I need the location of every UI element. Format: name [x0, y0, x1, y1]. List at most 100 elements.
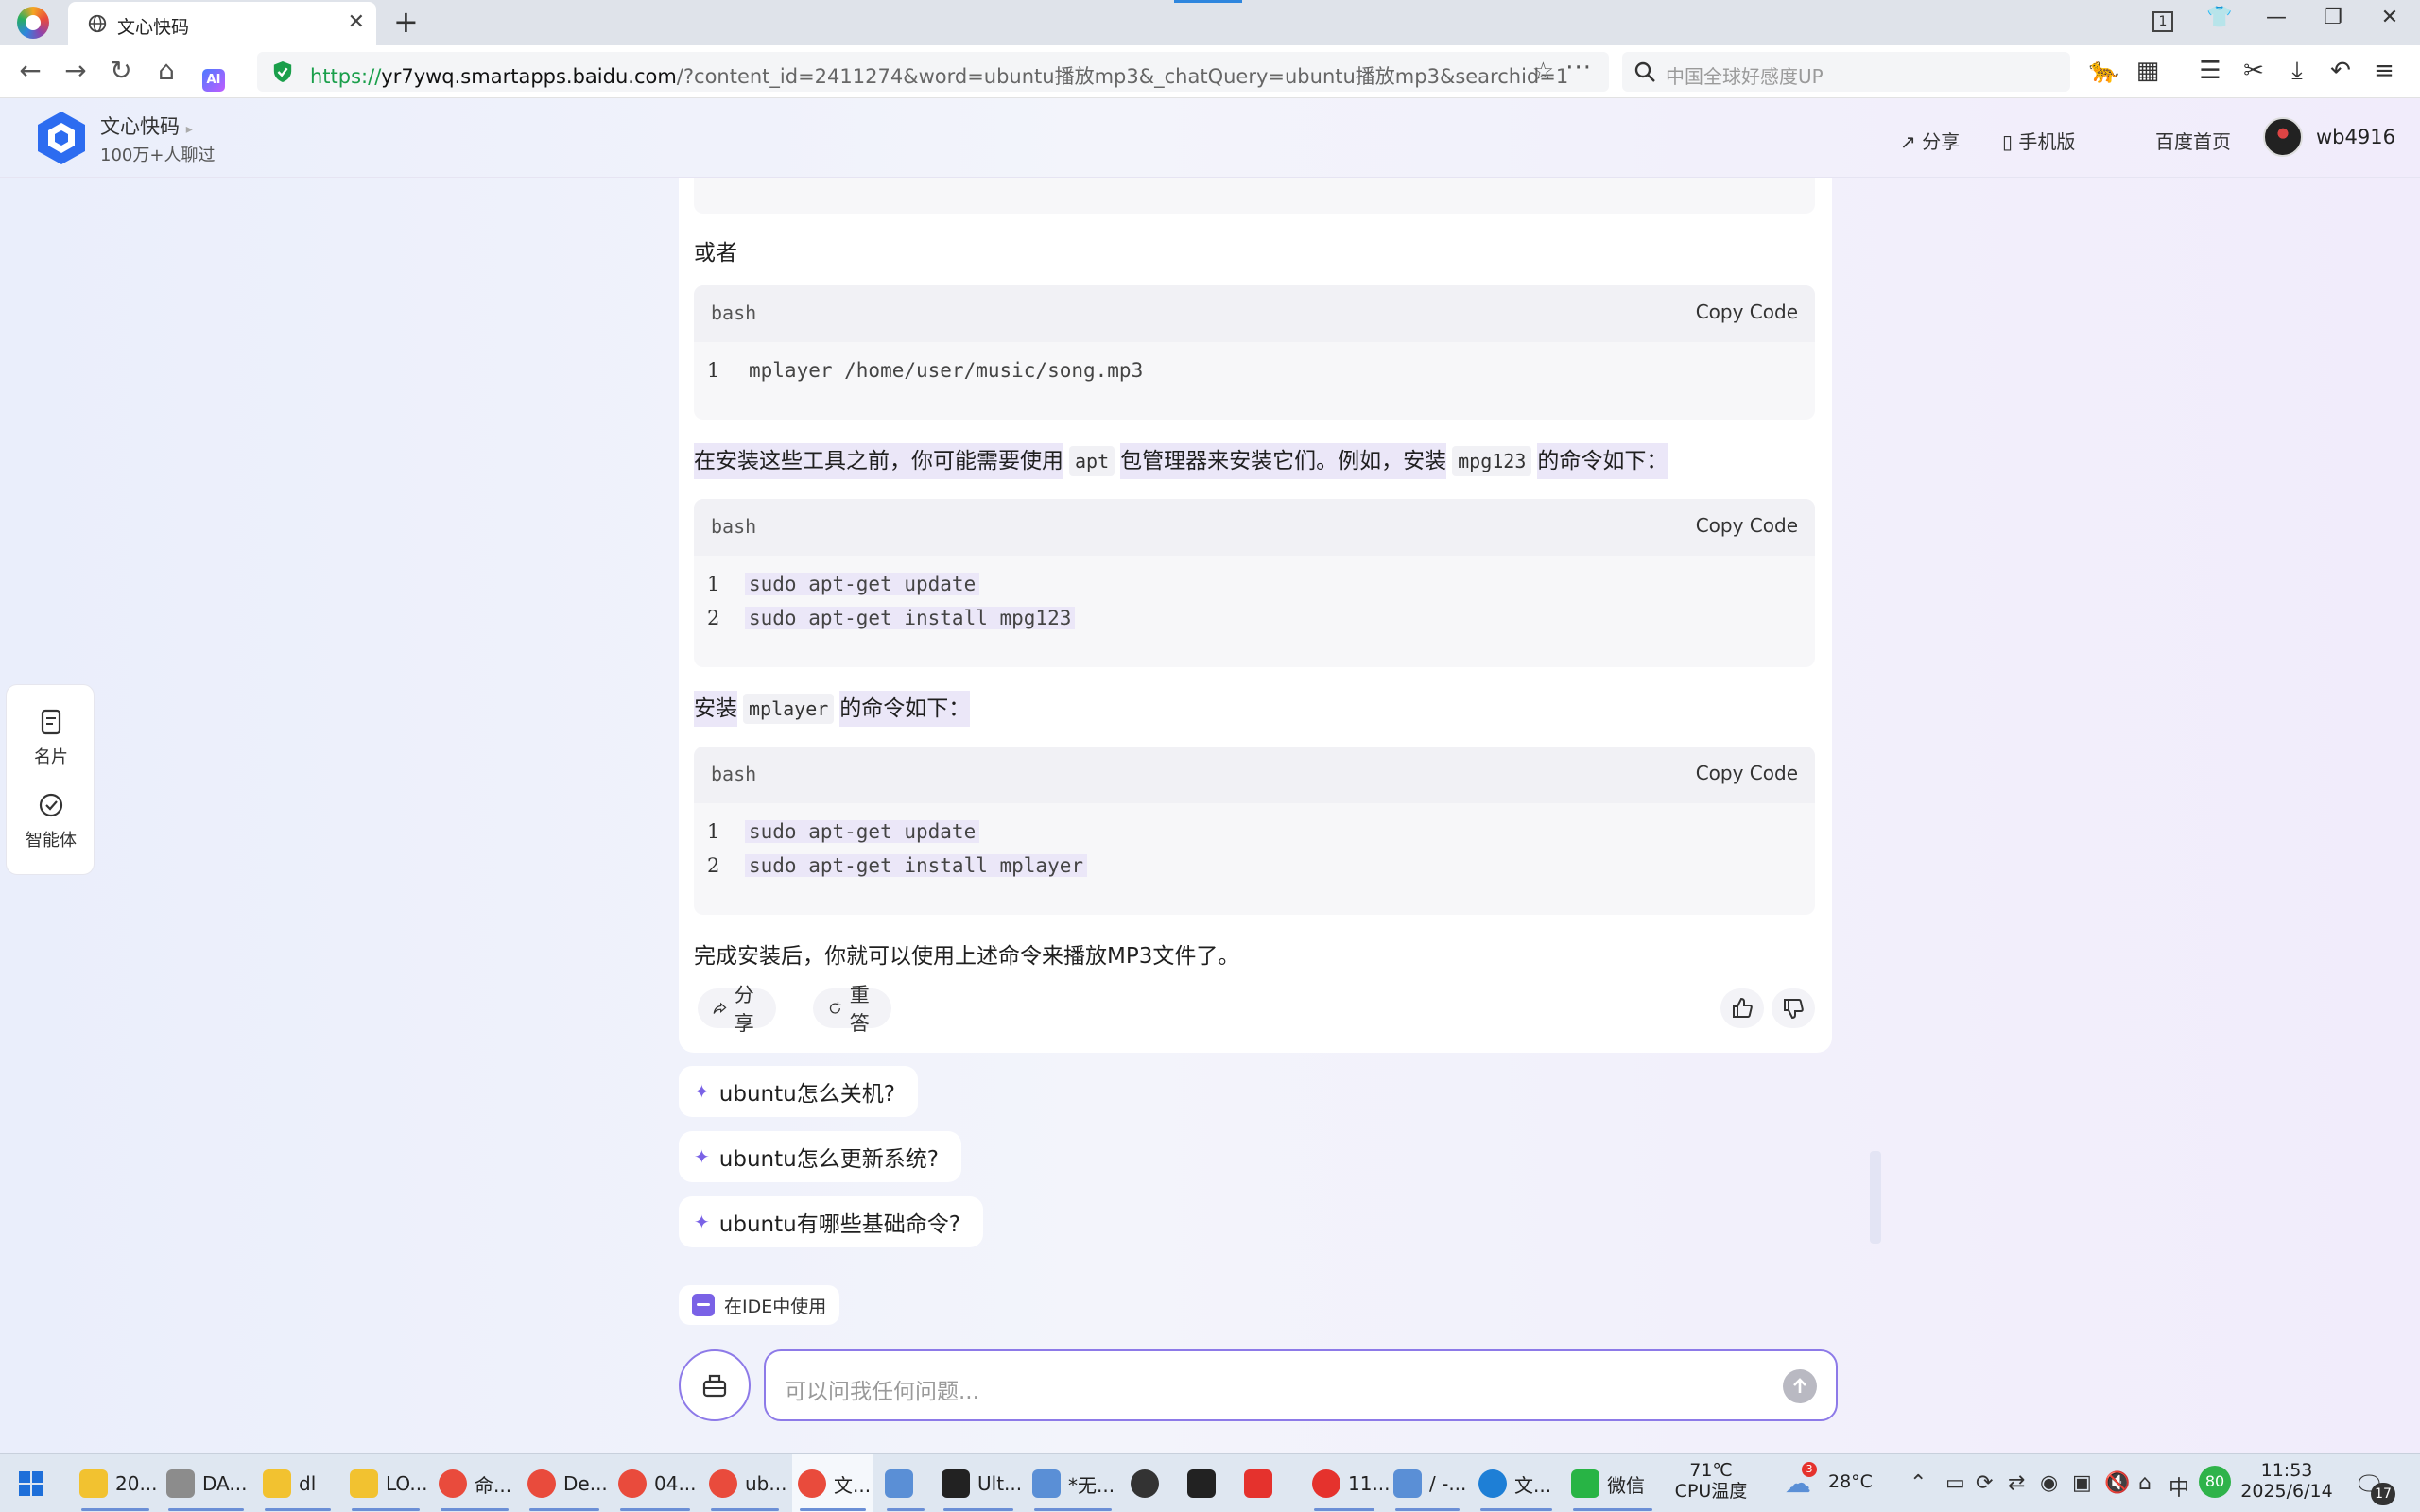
tab-active[interactable]: 文心快码 ✕ — [68, 2, 376, 45]
scrollbar-thumb[interactable] — [1870, 1151, 1881, 1244]
taskbar-item[interactable]: ub... — [703, 1454, 786, 1512]
sparkle-icon: ✦ — [694, 1080, 710, 1103]
apps-grid-icon[interactable]: ▦ — [2131, 57, 2165, 85]
use-in-ide-button[interactable]: 在IDE中使用 — [679, 1285, 840, 1325]
home-icon[interactable]: ⌂ — [149, 55, 183, 86]
taskbar-item[interactable]: dl — [257, 1454, 338, 1512]
chevron-up-icon[interactable]: ⌃ — [1910, 1471, 1927, 1495]
suggestion-item[interactable]: ✦ ubuntu怎么关机? — [679, 1066, 918, 1117]
taskbar-item[interactable]: *无... — [1027, 1454, 1119, 1512]
taskbar-item-underline — [352, 1508, 420, 1511]
code-block-1-copy-button[interactable]: Copy Code — [1696, 301, 1798, 323]
tray-wechat-icon[interactable]: ◉ — [2040, 1471, 2058, 1495]
taskbar-app-icon — [618, 1469, 647, 1498]
close-window-icon[interactable]: ✕ — [2373, 6, 2407, 29]
mute-icon[interactable]: 🔇 — [2104, 1471, 2130, 1495]
taskbar-item[interactable] — [1125, 1454, 1176, 1512]
url-bar[interactable]: https://yr7ywq.smartapps.baidu.com/?cont… — [257, 52, 1609, 92]
tab-title: 文心快码 — [117, 17, 190, 38]
menu-icon[interactable]: ≡ — [2367, 57, 2401, 85]
taskbar-app-icon — [166, 1469, 195, 1498]
url-host: yr7ywq.smartapps.baidu.com — [381, 65, 677, 88]
site-name[interactable]: 文心快码 ▸ — [100, 112, 193, 140]
baidu-home-link[interactable]: 百度首页 — [2155, 127, 2231, 154]
thumbs-down-button[interactable] — [1772, 988, 1815, 1028]
side-item-agent[interactable]: 智能体 — [7, 791, 95, 851]
taskbar-item[interactable]: 微信 — [1565, 1454, 1660, 1512]
taskbar-item[interactable]: 20... — [74, 1454, 158, 1512]
taskbar-item[interactable]: Ult... — [936, 1454, 1022, 1512]
scissors-icon[interactable]: ✂ — [2237, 57, 2271, 85]
bookmark-star-icon[interactable]: ☆ — [1532, 58, 1554, 86]
windows-start-icon[interactable] — [17, 1469, 45, 1498]
tray-app-icon[interactable]: ▭ — [1945, 1471, 1965, 1495]
code-block-2-copy-button[interactable]: Copy Code — [1696, 514, 1798, 537]
answer-closing: 完成安装后，你就可以使用上述命令来播放MP3文件了。 — [694, 944, 1240, 969]
code-block-3-copy-button[interactable]: Copy Code — [1696, 762, 1798, 784]
input-method-icon[interactable]: 中 — [2169, 1471, 2189, 1502]
url-path: /?content_id=2411274&word=ubuntu播放mp3&_c… — [676, 65, 1569, 88]
forward-icon[interactable]: → — [59, 55, 93, 86]
reload-icon[interactable]: ↻ — [104, 55, 138, 86]
clock[interactable]: 11:53 2025/6/14 — [2235, 1460, 2339, 1502]
shirt-skin-icon[interactable]: 👕 — [2203, 6, 2237, 29]
taskbar-item[interactable]: 文... — [792, 1454, 873, 1512]
url-protocol: https:// — [310, 65, 382, 88]
back-icon[interactable]: ← — [13, 55, 47, 86]
taskbar-item-underline — [441, 1508, 509, 1511]
favorites-icon[interactable]: ☰ — [2193, 57, 2227, 85]
taskbar-item[interactable] — [1238, 1454, 1295, 1512]
send-button[interactable] — [1783, 1369, 1817, 1403]
thumbs-up-button[interactable] — [1720, 988, 1764, 1028]
suggestion-item[interactable]: ✦ ubuntu有哪些基础命令? — [679, 1196, 983, 1247]
toolbox-button[interactable] — [679, 1349, 751, 1421]
restore-icon[interactable]: ❐ — [2316, 6, 2350, 29]
taskbar-item-underline — [620, 1508, 690, 1511]
answer-or-text: 或者 — [694, 241, 737, 266]
network-icon[interactable]: ⌂ — [2138, 1471, 2152, 1495]
cpu-temperature[interactable]: 71℃ CPU温度 — [1664, 1460, 1758, 1502]
side-item-card-label: 名片 — [34, 747, 68, 767]
more-icon[interactable]: ··· — [1565, 54, 1592, 82]
tab-count-icon[interactable]: 1 — [2146, 8, 2180, 32]
browser-logo-icon[interactable] — [17, 7, 49, 39]
chat-input[interactable]: 可以问我任何问题... — [764, 1349, 1838, 1421]
taskbar-item[interactable] — [879, 1454, 932, 1512]
minimize-icon[interactable]: — — [2259, 6, 2293, 29]
display-icon[interactable]: ▣ — [2072, 1471, 2092, 1495]
tray-sync-icon[interactable]: ⇄ — [2008, 1471, 2025, 1495]
answer-retry-button[interactable]: 重答 — [813, 984, 891, 1035]
search-bar[interactable]: 中国全球好感度UP — [1622, 52, 2070, 92]
taskbar-item[interactable]: 文... — [1473, 1454, 1560, 1512]
extension-icon[interactable]: 🐆 — [2087, 57, 2121, 85]
taskbar-item[interactable]: 04... — [613, 1454, 698, 1512]
tray-cloud-icon[interactable]: ⟳ — [1976, 1471, 1993, 1495]
taskbar-item[interactable]: De... — [522, 1454, 608, 1512]
wenxin-logo-icon[interactable] — [36, 110, 87, 166]
suggestion-item[interactable]: ✦ ubuntu怎么更新系统? — [679, 1131, 961, 1182]
header-share-button[interactable]: ↗ 分享 — [1900, 127, 1960, 154]
username[interactable]: wb4916 — [2316, 126, 2395, 148]
taskbar-item[interactable]: / -... — [1388, 1454, 1467, 1512]
mobile-version-label: 手机版 — [2018, 130, 2076, 153]
download-icon[interactable]: ⤓ — [2280, 57, 2314, 86]
battery-badge[interactable]: 80 — [2199, 1466, 2231, 1498]
answer-share-button[interactable]: 分享 — [698, 984, 776, 1035]
taskbar-item[interactable]: 命... — [433, 1454, 516, 1512]
side-item-card[interactable]: 名片 — [7, 708, 95, 768]
code-block-3-lang: bash — [711, 763, 757, 785]
ai-assistant-icon[interactable]: AI — [197, 59, 231, 92]
line-number: 1 — [707, 820, 720, 843]
mobile-version-button[interactable]: ▯ 手机版 — [2002, 127, 2075, 154]
new-tab-icon[interactable]: + — [393, 4, 419, 40]
undo-icon[interactable]: ↶ — [2324, 57, 2358, 85]
weather-temperature[interactable]: 28°C — [1828, 1471, 1873, 1492]
taskbar-item[interactable]: 11... — [1306, 1454, 1391, 1512]
taskbar-item-underline — [711, 1508, 779, 1511]
taskbar-item[interactable]: LO... — [344, 1454, 427, 1512]
taskbar-item[interactable]: DA... — [161, 1454, 251, 1512]
sparkle-icon: ✦ — [694, 1145, 710, 1168]
avatar[interactable] — [2263, 117, 2303, 157]
tab-close-icon[interactable]: ✕ — [348, 10, 365, 34]
taskbar-item[interactable] — [1182, 1454, 1233, 1512]
